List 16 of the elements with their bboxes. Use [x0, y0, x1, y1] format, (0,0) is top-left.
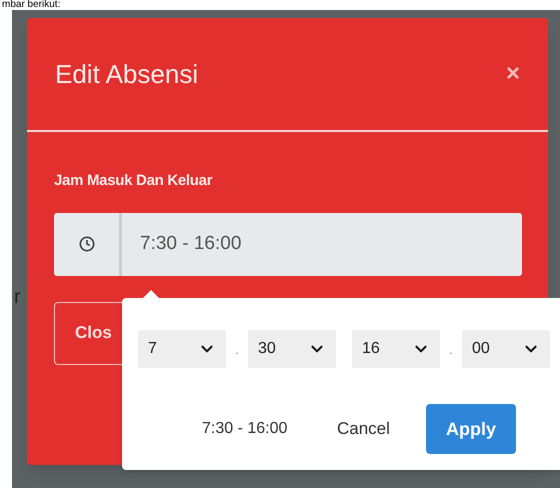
time-range-value: 7:30 - 16:00 — [139, 232, 242, 256]
field-label: Jam Masuk Dan Keluar — [54, 171, 214, 191]
selected-range: 7:30 - 16:00 — [202, 419, 288, 439]
time-select[interactable]: 16 — [352, 330, 440, 368]
clock-icon — [78, 236, 94, 252]
apply-button[interactable]: Apply — [426, 404, 516, 454]
background-text: r — [14, 285, 21, 310]
time-separator: . — [234, 340, 240, 358]
time-select[interactable]: 7 — [138, 330, 226, 368]
page-text: mbar berikut: — [2, 0, 60, 10]
time-separator: . — [448, 340, 454, 358]
time-select[interactable]: 30 — [248, 330, 336, 368]
modal-title: Edit Absensi — [55, 58, 198, 90]
cancel-button[interactable]: Cancel — [337, 416, 415, 442]
time-select[interactable]: 00 — [462, 330, 550, 368]
time-range-field[interactable]: 7:30 - 16:00 — [54, 212, 522, 276]
